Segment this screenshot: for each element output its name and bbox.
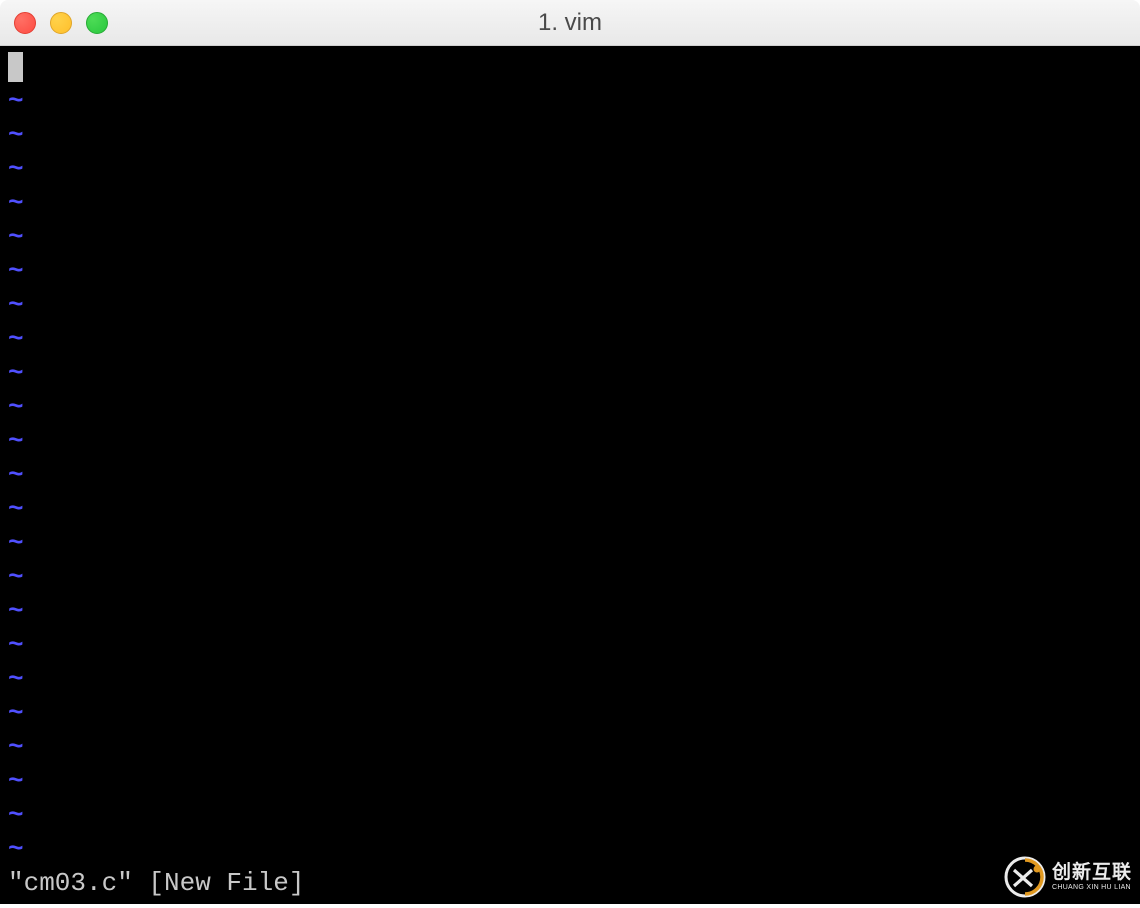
empty-line-tilde: ~ — [8, 254, 1140, 288]
empty-line-tilde: ~ — [8, 390, 1140, 424]
empty-line-tilde: ~ — [8, 118, 1140, 152]
empty-line-tilde: ~ — [8, 662, 1140, 696]
editor-content[interactable]: ~~~~~~~~~~~~~~~~~~~~~~~ — [0, 50, 1140, 866]
empty-line-tilde: ~ — [8, 356, 1140, 390]
close-button[interactable] — [14, 12, 36, 34]
watermark: 创新互联 CHUANG XIN HU LIAN — [1004, 856, 1132, 898]
empty-line-tilde: ~ — [8, 764, 1140, 798]
empty-line-tilde: ~ — [8, 492, 1140, 526]
minimize-button[interactable] — [50, 12, 72, 34]
terminal-area[interactable]: ~~~~~~~~~~~~~~~~~~~~~~~ "cm03.c" [New Fi… — [0, 46, 1140, 904]
empty-line-tilde: ~ — [8, 832, 1140, 866]
empty-line-tilde: ~ — [8, 186, 1140, 220]
empty-line-tilde: ~ — [8, 560, 1140, 594]
vim-status-line: "cm03.c" [New File] — [8, 866, 304, 900]
empty-line-tilde: ~ — [8, 152, 1140, 186]
empty-line-tilde: ~ — [8, 84, 1140, 118]
empty-line-tilde: ~ — [8, 288, 1140, 322]
watermark-logo-icon — [1004, 856, 1046, 898]
empty-line-tilde: ~ — [8, 220, 1140, 254]
empty-line-tilde: ~ — [8, 798, 1140, 832]
empty-line-tilde: ~ — [8, 730, 1140, 764]
empty-line-tilde: ~ — [8, 594, 1140, 628]
watermark-cn: 创新互联 — [1052, 863, 1132, 882]
empty-line-tilde: ~ — [8, 526, 1140, 560]
maximize-button[interactable] — [86, 12, 108, 34]
empty-line-tilde: ~ — [8, 458, 1140, 492]
title-bar: 1. vim — [0, 0, 1140, 46]
empty-line-tilde: ~ — [8, 696, 1140, 730]
cursor-line[interactable] — [8, 50, 1140, 84]
watermark-en: CHUANG XIN HU LIAN — [1052, 884, 1131, 891]
empty-line-tilde: ~ — [8, 322, 1140, 356]
watermark-text: 创新互联 CHUANG XIN HU LIAN — [1052, 863, 1132, 891]
cursor-block-icon — [8, 52, 23, 82]
empty-line-tilde: ~ — [8, 424, 1140, 458]
window-title: 1. vim — [538, 9, 602, 37]
empty-line-tilde: ~ — [8, 628, 1140, 662]
traffic-lights — [14, 12, 108, 34]
